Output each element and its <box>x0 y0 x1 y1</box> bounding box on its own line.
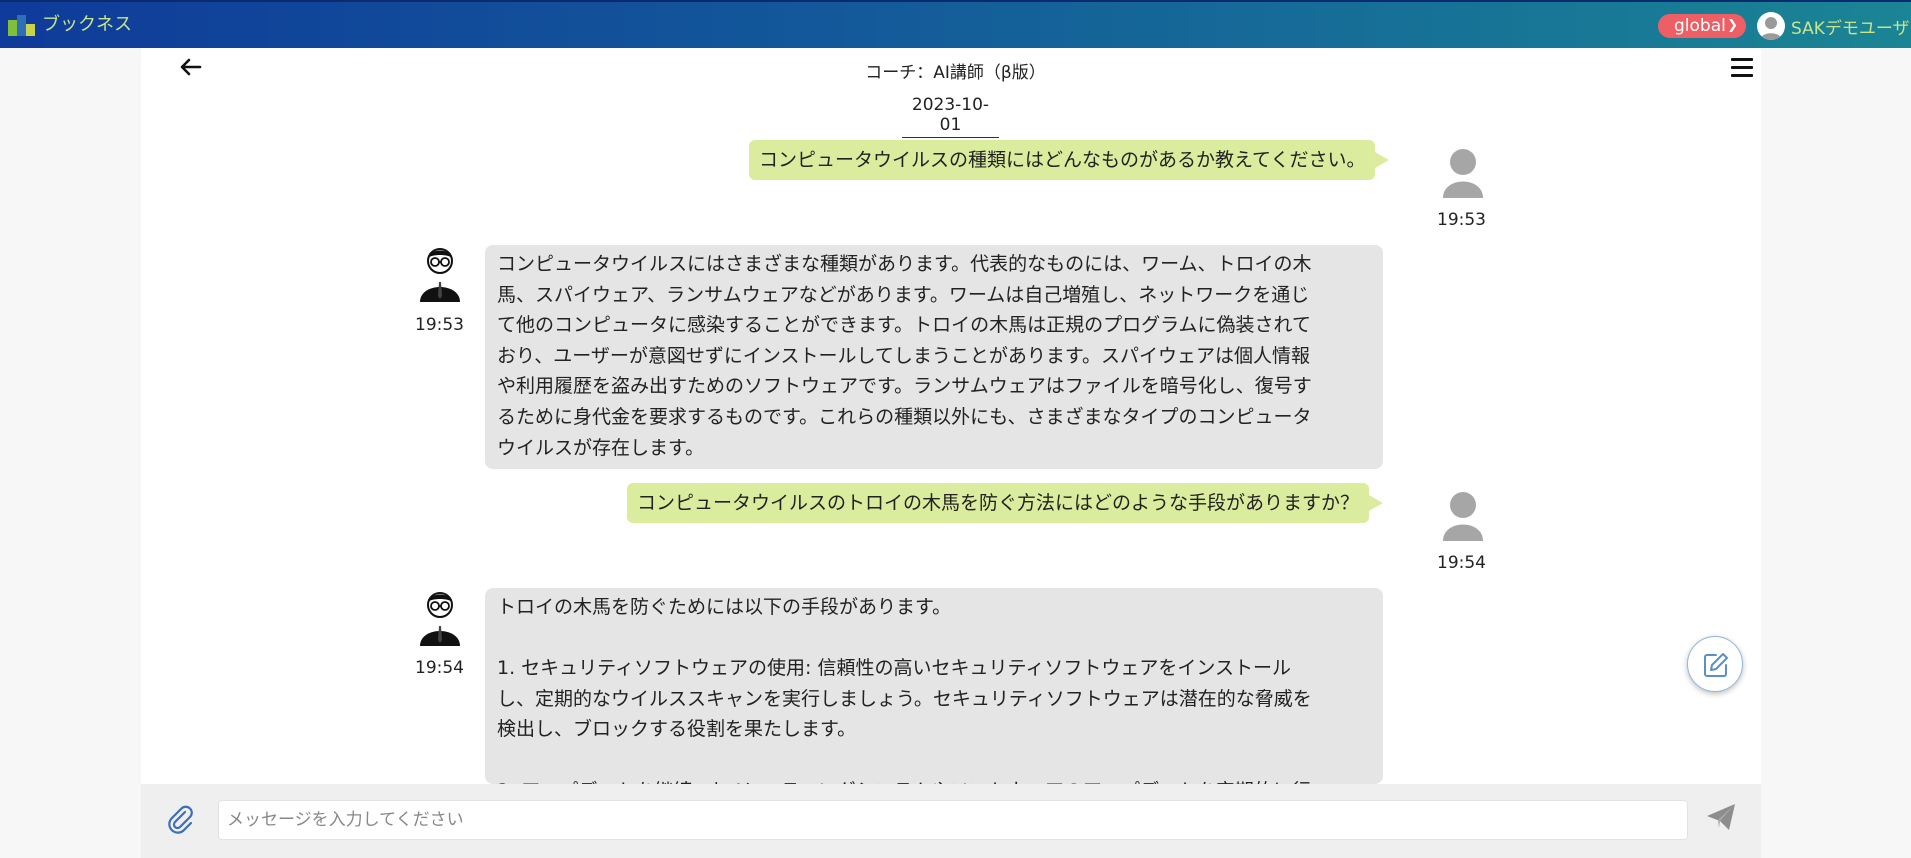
message-timestamp: 19:53 <box>415 315 464 335</box>
date-separator: 2023-10-01 <box>902 95 999 138</box>
region-selector[interactable]: global ❯ <box>1658 14 1746 38</box>
paperclip-icon[interactable] <box>166 804 194 836</box>
ai-message-bubble: トロイの木馬を防ぐためには以下の手段があります。 1. セキュリティソフトウェア… <box>485 588 1383 784</box>
brand-name: ブックネス <box>42 14 132 35</box>
user-message-bubble: コンピュータウイルスのトロイの木馬を防ぐ方法にはどのような手段がありますか？ <box>627 483 1384 523</box>
chat-title: コーチ：AI講師（β版） <box>865 63 1046 83</box>
hamburger-menu-icon[interactable] <box>1731 58 1753 78</box>
user-message-bubble: コンピュータウイルスの種類にはどんなものがあるか教えてください。 <box>749 140 1390 180</box>
user-avatar-icon <box>1441 146 1485 198</box>
brand[interactable]: ブックネス <box>8 14 132 36</box>
ai-coach-avatar-icon <box>418 246 462 302</box>
edit-square-icon <box>1704 653 1728 677</box>
message-timestamp: 19:54 <box>415 658 464 678</box>
new-chat-edit-button[interactable] <box>1687 636 1743 692</box>
user-avatar-icon <box>1757 12 1785 40</box>
region-label: global <box>1674 16 1726 36</box>
ai-coach-avatar-icon <box>418 590 462 646</box>
user-name: SAKデモユーザ <box>1791 18 1910 39</box>
user-menu[interactable]: SAKデモユーザ <box>1757 12 1910 40</box>
user-avatar-icon <box>1441 489 1485 541</box>
top-navigation-bar: ブックネス global ❯ SAKデモユーザ <box>0 0 1911 48</box>
paper-plane-icon[interactable] <box>1705 801 1737 833</box>
message-input[interactable] <box>218 800 1688 840</box>
brand-logo-icon <box>8 14 36 36</box>
message-timestamp: 19:53 <box>1437 210 1486 230</box>
message-timestamp: 19:54 <box>1437 553 1486 573</box>
chevron-down-icon: ❯ <box>1727 18 1738 33</box>
ai-message-bubble: コンピュータウイルスにはさまざまな種類があります。代表的なものには、ワーム、トロ… <box>485 245 1383 469</box>
